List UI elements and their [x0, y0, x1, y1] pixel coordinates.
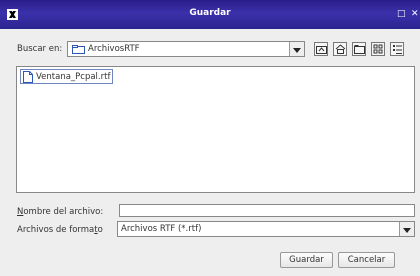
folder-icon	[72, 45, 85, 54]
filename-label: Nombre del archivo:	[17, 207, 104, 217]
lookin-combo[interactable]: ArchivosRTF	[67, 41, 305, 57]
up-folder-button[interactable]	[314, 42, 328, 56]
chevron-down-icon[interactable]	[289, 42, 304, 56]
filetype-value: Archivos RTF (*.rtf)	[121, 224, 202, 234]
new-folder-button[interactable]	[352, 42, 366, 56]
file-item[interactable]: Ventana_Pcpal.rtf	[20, 69, 114, 84]
chevron-down-icon[interactable]	[399, 222, 414, 236]
filetype-label: Archivos de formato	[17, 225, 103, 235]
details-view-button[interactable]	[390, 42, 404, 56]
list-view-button[interactable]	[371, 42, 385, 56]
filename-input[interactable]	[119, 204, 415, 217]
lookin-label: Buscar en:	[17, 44, 63, 54]
file-list[interactable]: Ventana_Pcpal.rtf	[16, 66, 415, 193]
new-folder-icon	[354, 45, 365, 54]
up-folder-icon	[316, 46, 327, 54]
document-icon	[23, 70, 33, 83]
list-view-icon	[373, 44, 383, 54]
cancel-button[interactable]: Cancelar	[338, 252, 395, 268]
home-button[interactable]	[333, 42, 347, 56]
details-view-icon	[393, 45, 402, 54]
file-name: Ventana_Pcpal.rtf	[36, 71, 111, 82]
filetype-combo[interactable]: Archivos RTF (*.rtf)	[117, 221, 415, 237]
lookin-value: ArchivosRTF	[88, 44, 140, 54]
home-icon	[335, 44, 346, 54]
maximize-icon[interactable]: □	[397, 9, 406, 20]
title-bar[interactable]: Guardar □ ✕	[0, 0, 420, 29]
save-button[interactable]: Guardar	[280, 252, 333, 268]
window-title: Guardar	[189, 8, 231, 18]
close-icon[interactable]: ✕	[411, 9, 419, 20]
